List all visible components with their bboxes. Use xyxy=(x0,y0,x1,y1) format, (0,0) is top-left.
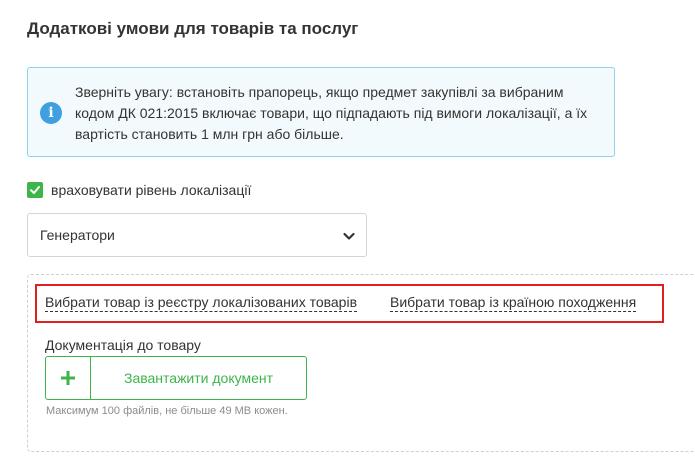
info-icon: i xyxy=(40,102,62,124)
upload-document-button[interactable]: Завантажити документ xyxy=(45,356,307,400)
documentation-label: Документація до товару xyxy=(45,337,201,353)
upload-document-label[interactable]: Завантажити документ xyxy=(91,357,306,399)
category-select[interactable]: Генератори xyxy=(27,213,367,257)
check-icon xyxy=(30,186,40,194)
section-title: Додаткові умови для товарів та послуг xyxy=(27,19,359,38)
notice-text: Зверніть увагу: встановіть прапорець, як… xyxy=(75,84,588,142)
upload-hint: Максимум 100 файлів, не більше 49 MB кож… xyxy=(46,405,288,417)
select-from-registry-link[interactable]: Вибрати товар із реєстру локалізованих т… xyxy=(45,294,358,312)
localization-checkbox[interactable] xyxy=(27,182,43,198)
info-notice: i Зверніть увагу: встановіть прапорець, … xyxy=(27,67,615,157)
plus-icon[interactable] xyxy=(46,357,91,399)
chevron-down-icon xyxy=(343,232,355,240)
category-select-value: Генератори xyxy=(40,227,115,243)
localization-checkbox-row[interactable]: враховувати рівень локалізації xyxy=(27,182,251,198)
select-by-origin-link[interactable]: Вибрати товар із країною походження xyxy=(390,294,637,312)
localization-checkbox-label[interactable]: враховувати рівень локалізації xyxy=(51,182,251,198)
